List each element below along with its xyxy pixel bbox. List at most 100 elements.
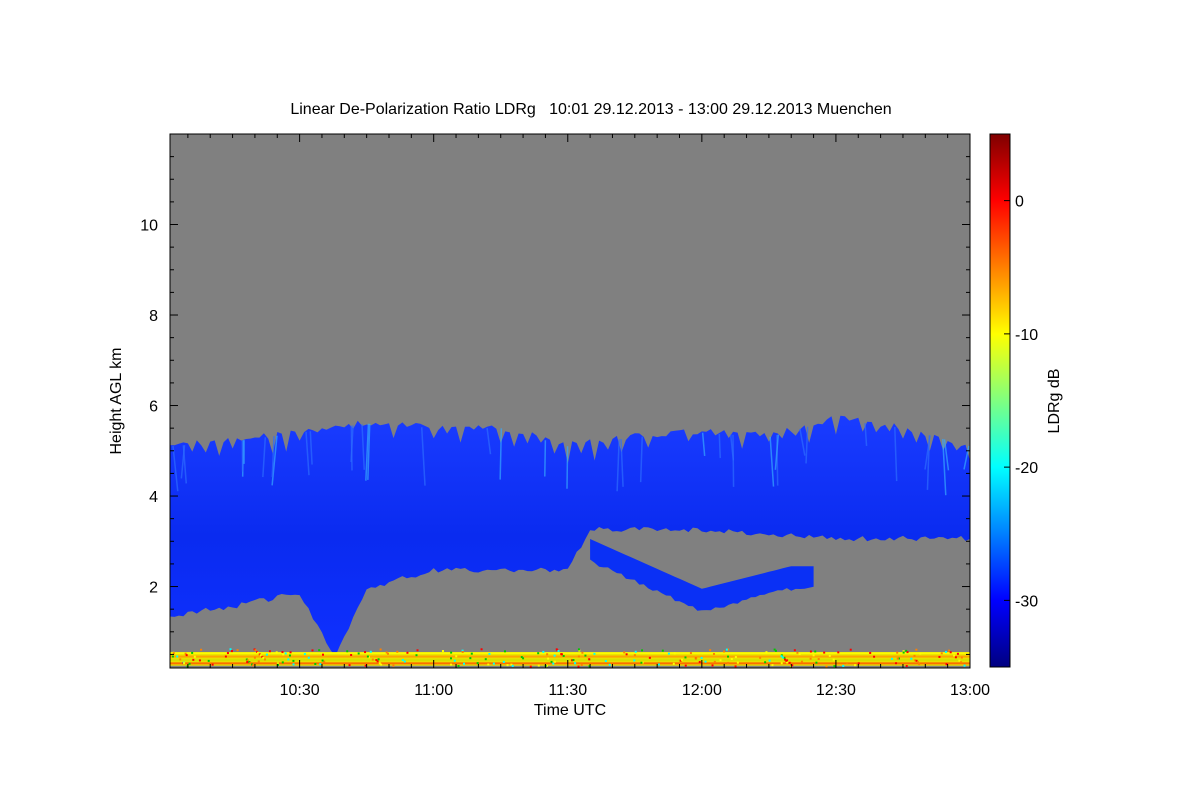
noise-speck — [463, 662, 466, 665]
noise-band-row — [170, 658, 970, 661]
colorbar-tick-label: -30 — [1015, 593, 1038, 610]
ldr-heatmap-chart: Linear De-Polarization Ratio LDRg 10:01 … — [108, 101, 1063, 719]
noise-speck — [684, 656, 687, 659]
noise-speck — [809, 657, 812, 660]
noise-speck — [684, 664, 687, 667]
noise-speck — [453, 659, 456, 662]
noise-speck — [387, 652, 390, 655]
noise-speck — [574, 662, 577, 665]
colorbar — [989, 133, 1011, 668]
noise-speck — [265, 653, 268, 656]
noise-speck — [377, 658, 380, 661]
noise-speck — [723, 650, 726, 653]
noise-speck — [812, 654, 815, 657]
noise-speck — [257, 651, 260, 654]
noise-speck — [689, 652, 692, 655]
noise-speck — [814, 650, 817, 653]
noise-speck — [823, 651, 826, 654]
noise-speck — [873, 655, 876, 658]
noise-speck — [771, 664, 774, 667]
noise-speck — [560, 653, 563, 656]
noise-speck — [211, 663, 214, 666]
noise-speck — [700, 656, 703, 659]
noise-speck — [396, 650, 399, 653]
noise-speck — [318, 649, 321, 652]
noise-speck — [780, 662, 783, 665]
noise-speck — [281, 651, 284, 654]
noise-speck — [815, 661, 818, 664]
x-tick-label: 11:30 — [548, 682, 587, 699]
noise-speck — [730, 658, 733, 661]
noise-speck — [179, 658, 182, 661]
noise-speck — [896, 657, 899, 660]
noise-speck — [713, 660, 716, 663]
noise-speck — [947, 649, 950, 652]
noise-speck — [292, 659, 295, 662]
noise-speck — [895, 662, 898, 665]
noise-speck — [588, 658, 591, 661]
noise-speck — [476, 662, 479, 665]
noise-speck — [506, 664, 509, 667]
noise-speck — [487, 663, 490, 666]
noise-speck — [940, 652, 943, 655]
noise-speck — [441, 650, 444, 653]
noise-speck — [366, 655, 369, 658]
y-tick-label: 6 — [149, 399, 158, 416]
noise-speck — [695, 657, 698, 660]
noise-speck — [511, 664, 514, 667]
noise-speck — [191, 651, 194, 654]
noise-speck — [259, 654, 262, 657]
noise-speck — [246, 661, 249, 664]
noise-speck — [916, 661, 919, 664]
noise-speck — [869, 651, 872, 654]
y-tick-label: 4 — [149, 489, 158, 506]
noise-speck — [781, 656, 784, 659]
noise-speck — [492, 662, 495, 665]
noise-speck — [288, 654, 291, 657]
noise-speck — [765, 651, 768, 654]
noise-speck — [648, 656, 651, 659]
noise-speck — [906, 651, 909, 654]
noise-speck — [321, 653, 324, 656]
noise-speck — [657, 663, 660, 666]
noise-speck — [185, 654, 188, 657]
noise-speck — [553, 654, 556, 657]
noise-speck — [262, 656, 265, 659]
noise-speck — [542, 650, 545, 653]
noise-speck — [289, 651, 292, 654]
colorbar-tick-label: 0 — [1015, 194, 1024, 211]
noise-speck — [350, 653, 353, 656]
noise-speck — [633, 659, 636, 662]
noise-speck — [461, 650, 464, 653]
noise-speck — [229, 648, 232, 651]
noise-speck — [842, 664, 845, 667]
noise-speck — [890, 657, 893, 660]
noise-speck — [759, 656, 762, 659]
noise-speck — [727, 661, 730, 664]
noise-speck — [902, 651, 905, 654]
noise-speck — [572, 659, 575, 662]
noise-speck — [634, 650, 637, 653]
noise-speck — [954, 656, 957, 659]
noise-speck — [709, 649, 712, 652]
noise-speck — [226, 652, 229, 655]
noise-speck — [846, 662, 849, 665]
noise-speck — [580, 664, 583, 667]
noise-speck — [257, 660, 260, 663]
noise-speck — [537, 652, 540, 655]
noise-speck — [953, 654, 956, 657]
noise-speck — [796, 651, 799, 654]
cloud-streak — [732, 434, 735, 487]
noise-speck — [915, 648, 918, 651]
noise-speck — [727, 655, 730, 658]
noise-speck — [470, 652, 473, 655]
noise-speck — [380, 663, 383, 666]
noise-speck — [958, 659, 961, 662]
noise-speck — [379, 648, 382, 651]
y-tick-label: 8 — [149, 308, 158, 325]
noise-speck — [553, 660, 556, 663]
noise-speck — [768, 659, 771, 662]
x-tick-label: 12:30 — [816, 682, 856, 699]
noise-speck — [450, 663, 453, 666]
noise-speck — [415, 654, 418, 657]
